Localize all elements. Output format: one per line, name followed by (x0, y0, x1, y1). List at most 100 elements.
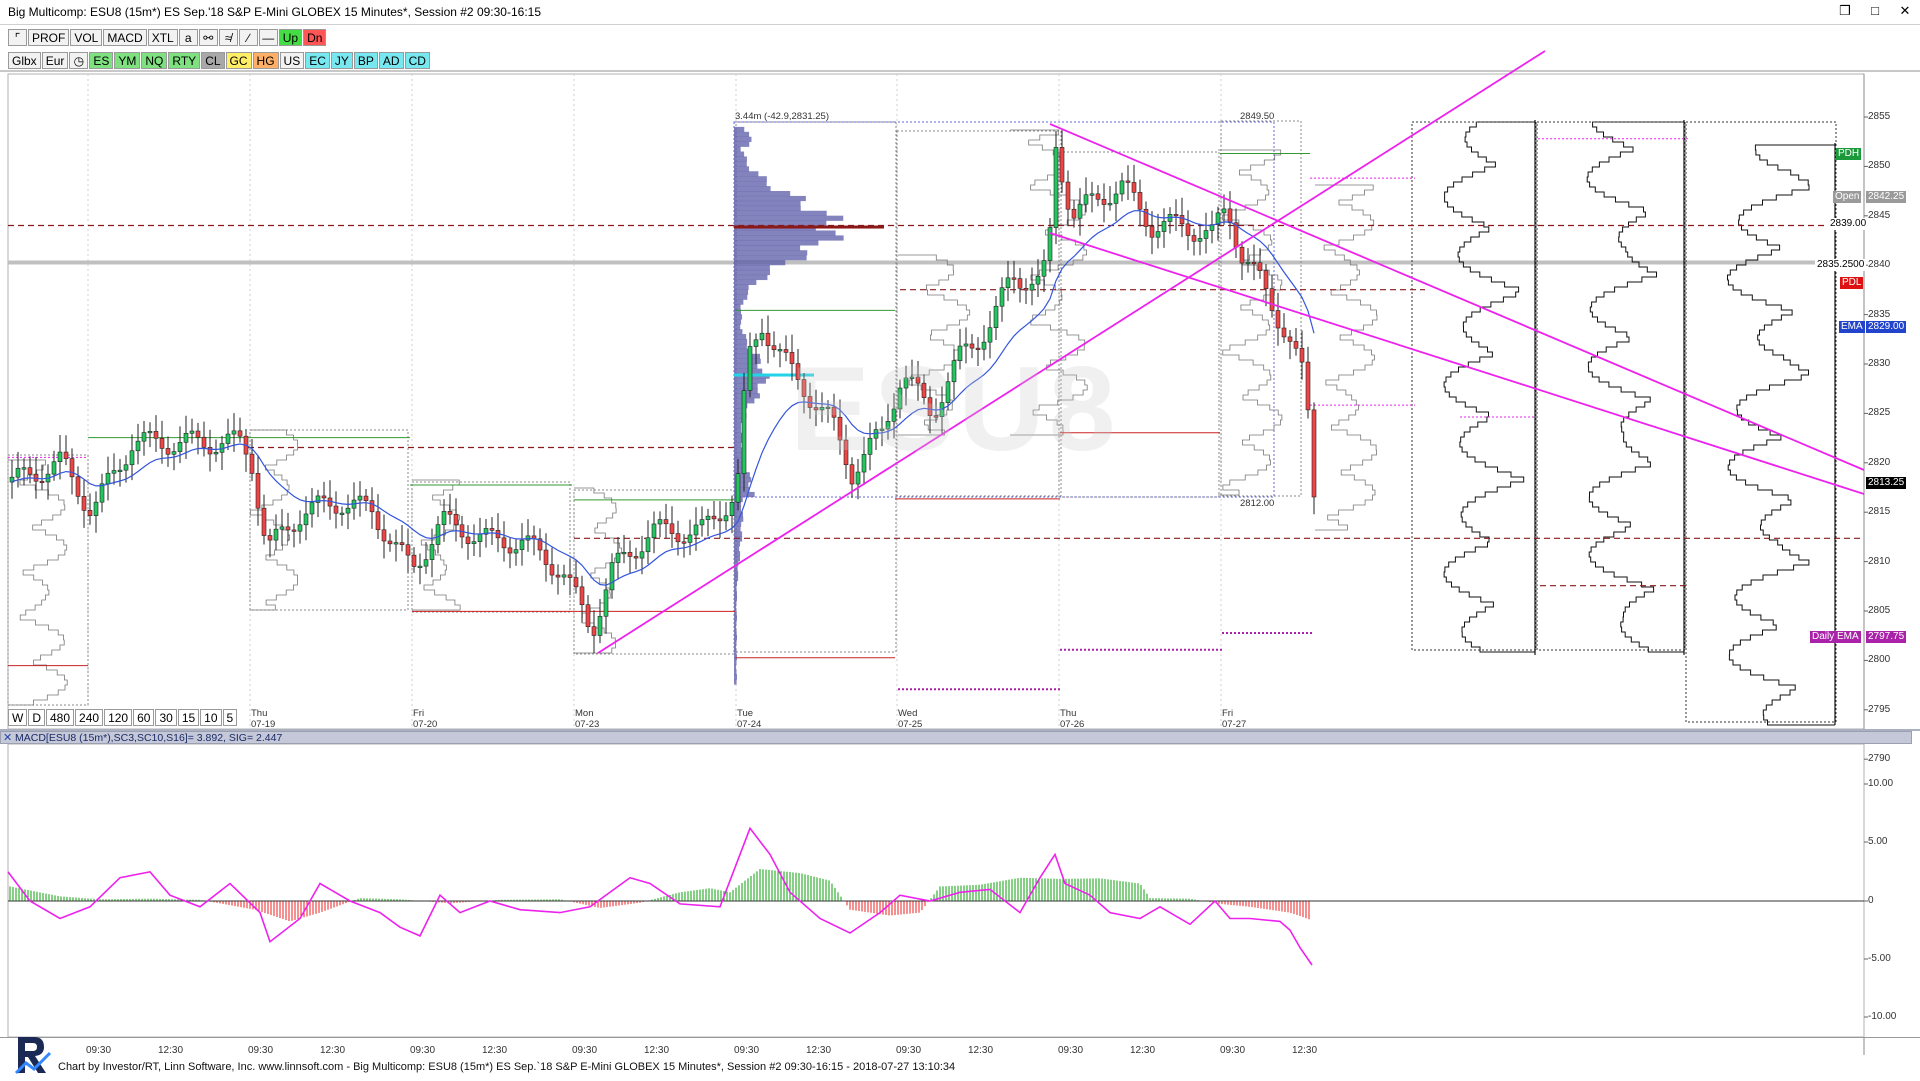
candle-body (249, 453, 255, 474)
candle-body (195, 430, 201, 438)
timeframe-button-60[interactable]: 60 (133, 709, 155, 726)
chart-canvas[interactable] (0, 0, 1920, 1081)
candle-body (621, 552, 627, 555)
candle-body (15, 467, 21, 478)
timeframe-button-15[interactable]: 15 (177, 709, 200, 726)
candle-body (1011, 277, 1017, 280)
volume-profile-bar (734, 422, 741, 429)
timeframe-button-30[interactable]: 30 (155, 709, 177, 726)
volume-profile-bar (734, 639, 737, 646)
candle-body (453, 513, 459, 526)
candle-body (1017, 278, 1023, 289)
volume-profile-bar (734, 605, 737, 611)
macd-line (7, 826, 1313, 966)
candle-body (159, 438, 165, 449)
timeframe-buttons: W D 480 240 120 60 30 15 10 5 (8, 709, 238, 726)
candle-body (561, 574, 567, 578)
date-day: Tue (737, 708, 754, 719)
candle-body (549, 564, 555, 576)
volume-profile-bar (734, 289, 749, 295)
time-axis-label: 12:30 (968, 1045, 994, 1056)
volume-profile-bar (734, 210, 827, 216)
timeframe-button-480[interactable]: 480 (46, 709, 75, 726)
candle-body (411, 554, 417, 567)
candle-body (1125, 180, 1131, 183)
volume-profile-bar (734, 181, 767, 187)
volume-profile-bar (734, 255, 807, 261)
candle-body (1293, 341, 1299, 349)
candle-body (183, 432, 189, 443)
timeframe-button-10[interactable]: 10 (200, 709, 222, 726)
volume-profile-bar (734, 141, 750, 147)
price-axis-label: 2850 (1868, 160, 1891, 172)
trend-line-falling-2 (1049, 232, 1865, 495)
volume-profile-bar (734, 260, 786, 266)
candle-body (117, 469, 123, 472)
volume-profile-bar (734, 334, 747, 340)
candle-body (1299, 347, 1305, 363)
timeframe-button-240[interactable]: 240 (75, 709, 104, 726)
candle-body (129, 450, 135, 466)
candle-body (663, 519, 669, 525)
volume-profile-bar (734, 437, 743, 443)
candle-body (1185, 223, 1191, 236)
candle-body (645, 537, 651, 553)
timeframe-button-w[interactable]: W (8, 709, 28, 726)
candle-body (369, 500, 375, 513)
timeframe-button-120[interactable]: 120 (104, 709, 133, 726)
candle-body (1035, 275, 1041, 285)
price-axis-label: 2815 (1868, 506, 1891, 518)
candle-body (1095, 193, 1101, 200)
candle-body (1131, 182, 1137, 193)
volume-profile-bar (734, 635, 737, 641)
candle-body (1197, 238, 1203, 242)
candle-body (393, 542, 399, 545)
timeframe-button-5[interactable]: 5 (222, 709, 238, 726)
candle-body (141, 432, 147, 442)
date-day: Thu (1060, 708, 1077, 719)
time-axis-label: 12:30 (320, 1045, 346, 1056)
volume-profile-bar (734, 294, 748, 300)
price-tag-2839: 2839.00 (1828, 218, 1869, 230)
price-axis-label: 2805 (1868, 605, 1891, 616)
candle-body (1245, 261, 1251, 265)
candle-body (1065, 181, 1071, 210)
volume-profile-bar (734, 630, 737, 636)
volume-profile-bar (734, 146, 741, 152)
candle-body (267, 535, 273, 541)
volume-profile-bar (734, 625, 737, 631)
candle-body (285, 526, 291, 531)
volume-profile-bar (734, 284, 749, 290)
candle-body (639, 551, 645, 559)
date-value: 07-26 (1060, 719, 1085, 730)
volume-profile-bar (734, 393, 760, 399)
candle-body (99, 483, 105, 503)
volume-profile-bar (734, 531, 743, 537)
timeframe-button-d[interactable]: D (28, 709, 45, 726)
candle-body (357, 495, 363, 501)
open-tag: Open (1833, 191, 1862, 203)
candle-body (1023, 287, 1029, 291)
candle-body (405, 544, 411, 556)
candle-body (999, 287, 1005, 307)
volume-profile-bar (734, 156, 747, 162)
candle-body (213, 452, 219, 455)
volume-profile-bar (734, 358, 761, 364)
candle-body (111, 470, 117, 474)
daily-ema-value-tag: 2797.75 (1866, 631, 1907, 643)
candle-body (237, 430, 243, 437)
price-axis-label: 2845 (1868, 209, 1891, 221)
candle-body (1191, 235, 1197, 242)
close-pane-icon[interactable]: ✕ (3, 731, 12, 744)
price-profile (412, 479, 461, 611)
time-axis-border (0, 1037, 1920, 1038)
candle-body (165, 448, 171, 455)
candle-body (585, 604, 591, 627)
macd-axis-label: 10.00 (1868, 778, 1894, 789)
candle-body (657, 519, 663, 525)
candle-body (321, 495, 327, 499)
last-price-tag: 2813.25 (1866, 477, 1907, 489)
volume-profile-bar (734, 319, 742, 325)
volume-profile-bar (734, 235, 844, 241)
time-axis-label: 12:30 (158, 1045, 184, 1056)
